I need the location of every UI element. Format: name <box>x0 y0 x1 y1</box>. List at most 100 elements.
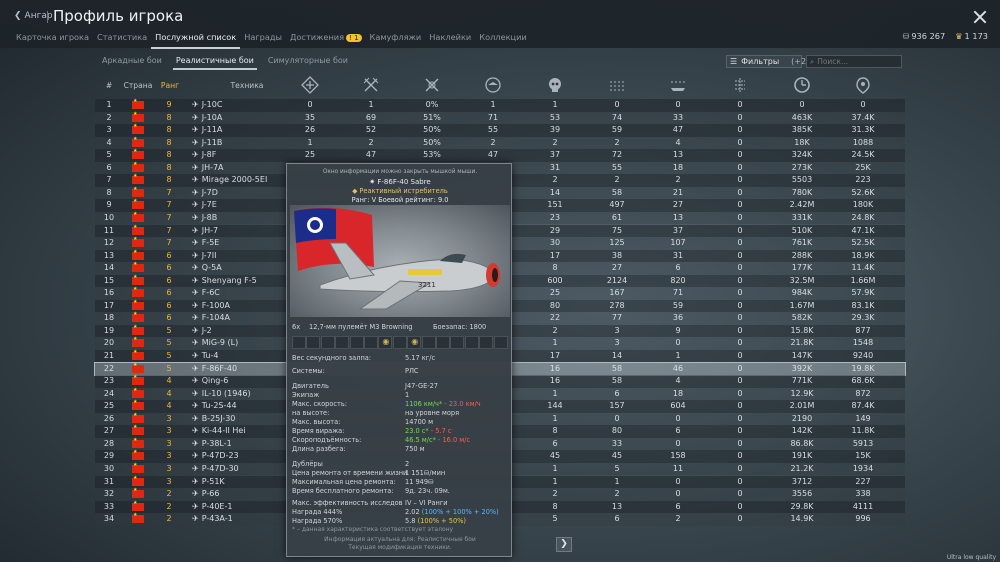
vehicle-name: Tu-4 <box>201 351 219 360</box>
vehicle-cell[interactable]: ✈ J-8B <box>192 213 217 222</box>
win-rate-icon[interactable] <box>423 76 441 94</box>
col-num[interactable]: # <box>103 81 115 90</box>
vehicle-cell[interactable]: ✈ P-43A-1 <box>192 514 233 523</box>
col-country[interactable]: Страна <box>122 81 154 90</box>
vehicle-cell[interactable]: ✈ J-7II <box>192 251 216 260</box>
search-box[interactable]: ⌕ <box>806 55 902 68</box>
stat-ground-kills: 77 <box>611 313 623 323</box>
vehicle-cell[interactable]: ✈ B-25J-30 <box>192 414 235 423</box>
stat-score: 11.4K <box>851 263 875 273</box>
vehicle-cell[interactable]: ✈ J-10A <box>192 113 222 122</box>
stat-ground-kills: 13 <box>611 501 623 511</box>
vehicle-cell[interactable]: ✈ J-7E <box>192 200 217 209</box>
air-kills-icon[interactable] <box>484 76 502 94</box>
vehicle-cell[interactable]: ✈ P-66 <box>192 489 219 498</box>
vehicle-cell[interactable]: ✈ IL-10 (1946) <box>192 389 251 398</box>
col-rank[interactable]: Ранг <box>159 81 181 90</box>
stat-deaths: 53 <box>549 112 561 122</box>
stat-flights: 0 <box>737 463 743 473</box>
vehicle-cell[interactable]: ✈ Tu-4 <box>192 351 218 360</box>
vehicle-cell[interactable]: ✈ Qing-6 <box>192 376 228 385</box>
vehicle-cell[interactable]: ✈ F-5E <box>192 238 219 247</box>
tab-simulator[interactable]: Симуляторные бои <box>265 56 351 70</box>
table-header: # Страна Ранг Техника <box>95 73 905 99</box>
vehicle-cell[interactable]: ✈ Ki-44-II Hei <box>192 426 246 435</box>
tab-realistic[interactable]: Реалистичные бои <box>172 56 257 70</box>
tab-collections[interactable]: Коллекции <box>475 30 531 49</box>
search-input[interactable] <box>817 57 898 66</box>
vehicle-rank: 3 <box>166 476 172 486</box>
vehicle-name: ✷ F-86F-40 Sabre <box>369 178 431 186</box>
score-icon[interactable] <box>854 76 872 94</box>
ground-kills-icon[interactable] <box>608 76 626 94</box>
vehicle-cell[interactable]: ✈ Q-5A <box>192 263 222 272</box>
victories-icon[interactable] <box>301 76 319 94</box>
vehicle-cell[interactable]: ✈ P-47D-23 <box>192 451 239 460</box>
modification-slot <box>392 336 407 349</box>
table-row[interactable]: 2 8 ✈J-10A 35 69 51% 71 53 74 33 0 463K 37.4K <box>95 111 905 125</box>
vehicle-cell[interactable]: ✈ JH-7 <box>192 226 218 235</box>
vehicle-cell[interactable]: ✈ F-100A <box>192 301 230 310</box>
vehicle-rank: 3 <box>166 438 172 448</box>
vehicle-cell[interactable]: ✈ P-38L-1 <box>192 439 232 448</box>
row-number: 30 <box>103 463 115 473</box>
stat-score: 19.8K <box>851 363 875 373</box>
vehicle-cell[interactable]: ✈ JH-7A <box>192 163 224 172</box>
vehicle-cell[interactable]: ✈ Mirage 2000-5EI <box>192 175 267 184</box>
aircraft-icon: ✈ <box>192 200 199 210</box>
aircraft-icon: ✈ <box>192 351 199 360</box>
stat-score: 877 <box>855 325 871 335</box>
reward-rp-label: Награда 570% <box>292 517 343 525</box>
col-vehicle[interactable]: Техника <box>227 81 267 90</box>
table-row[interactable]: 3 8 ✈J-11A 26 52 50% 55 39 59 47 0 385K 31.3K <box>95 123 905 137</box>
vehicle-cell[interactable]: ✈ P-51K <box>192 477 225 486</box>
close-icon[interactable] <box>973 10 987 24</box>
stat-naval-kills: 18 <box>672 162 684 172</box>
stat-naval-kills: 9 <box>675 325 681 335</box>
tab-awards[interactable]: Награды <box>240 30 286 49</box>
naval-kills-icon[interactable] <box>669 76 687 94</box>
vehicle-cell[interactable]: ✈ Shenyang F-5 <box>192 276 257 285</box>
vehicle-cell[interactable]: ✈ J-11A <box>192 125 222 134</box>
stat-naval-kills: 604 <box>670 401 686 411</box>
tab-arcade[interactable]: Аркадные бои <box>99 56 165 70</box>
time-icon[interactable] <box>793 76 811 94</box>
deaths-icon[interactable] <box>546 76 564 94</box>
tab-decals[interactable]: Наклейки <box>425 30 475 49</box>
next-page-button[interactable]: ❯ <box>556 537 572 552</box>
stat-deaths: 30 <box>549 238 561 248</box>
table-row[interactable]: 4 8 ✈J-11B 1 2 50% 2 2 2 4 0 18K 1088 <box>95 136 905 150</box>
flights-icon[interactable] <box>731 76 749 94</box>
reward-rp-value: 5.8 (100% + 50%) <box>405 517 466 525</box>
vehicle-cell[interactable]: ✈ F-86F-40 <box>192 364 237 373</box>
filter-button[interactable]: ☰ Фильтры (+2) <box>726 55 809 68</box>
stat-score: 52.5K <box>851 238 875 248</box>
vehicle-cell[interactable]: ✈ MiG-9 (L) <box>192 338 238 347</box>
table-row[interactable]: 5 8 ✈J-8F 25 47 53% 47 37 72 13 0 324K 24.5K <box>95 148 905 162</box>
tab-statistics[interactable]: Статистика <box>93 30 151 49</box>
tab-player-card[interactable]: Карточка игрока <box>12 30 93 49</box>
aircraft-icon: ✈ <box>192 250 199 260</box>
vehicle-cell[interactable]: ✈ F-6C <box>192 288 220 297</box>
vehicle-cell[interactable]: ✈ J-7D <box>192 188 218 197</box>
tab-service-record[interactable]: Послужной список <box>151 30 241 49</box>
tab-achievements[interactable]: Достижения! 1 <box>286 30 366 49</box>
vehicle-cell[interactable]: ✈ P-40E-1 <box>192 502 232 511</box>
vehicle-cell[interactable]: ✈ J-10C <box>192 100 222 109</box>
stat-naval-kills: 59 <box>672 300 684 310</box>
kills-icon[interactable] <box>362 76 380 94</box>
vehicle-cell[interactable]: ✈ Tu-2S-44 <box>192 401 237 410</box>
silver-lions-icon: ⛁ <box>902 31 910 41</box>
tab-camouflages[interactable]: Камуфляжи <box>366 30 426 49</box>
vehicle-cell[interactable]: ✈ P-47D-30 <box>192 464 239 473</box>
stat-deaths: 144 <box>547 401 563 411</box>
search-icon: ⌕ <box>810 56 815 66</box>
vehicle-rank: 8 <box>166 162 172 172</box>
stat-ground-kills: 0 <box>614 413 620 423</box>
vehicle-cell[interactable]: ✈ J-11B <box>192 138 222 147</box>
vehicle-cell[interactable]: ✈ F-104A <box>192 313 230 322</box>
vehicle-cell[interactable]: ✈ J-2 <box>192 326 212 335</box>
stat-score: 0 <box>860 100 866 109</box>
vehicle-cell[interactable]: ✈ J-8F <box>192 150 216 159</box>
table-row[interactable]: 1 9 ✈J-10C 0 1 0% 1 1 0 0 0 0 0 <box>95 98 905 112</box>
